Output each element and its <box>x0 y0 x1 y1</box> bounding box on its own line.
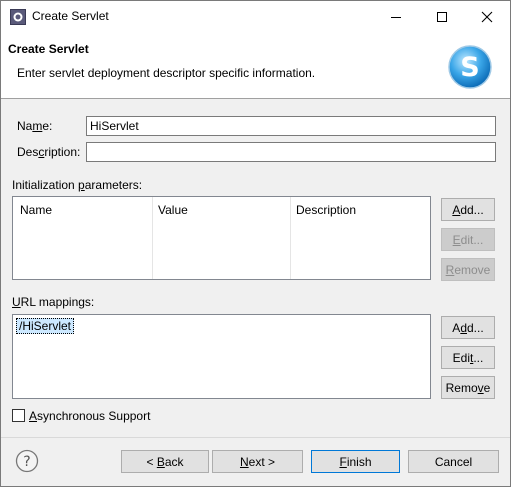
init-params-edit-button[interactable]: Edit... <box>441 228 495 251</box>
column-divider <box>152 197 153 279</box>
column-header-value[interactable]: Value <box>158 203 188 217</box>
help-question-icon[interactable]: ? <box>15 449 39 473</box>
column-divider <box>290 197 291 279</box>
column-header-name[interactable]: Name <box>20 203 52 217</box>
maximize-icon <box>437 11 447 22</box>
finish-button[interactable]: Finish <box>311 450 400 473</box>
init-params-table[interactable]: Name Value Description <box>12 196 431 280</box>
window-title: Create Servlet <box>32 9 109 23</box>
url-mappings-list[interactable]: /HiServlet <box>12 314 431 399</box>
description-label: Description: <box>17 145 81 159</box>
name-input[interactable] <box>86 116 496 136</box>
servlet-s-logo-icon: S <box>448 45 492 89</box>
next-button[interactable]: Next > <box>212 450 303 473</box>
init-params-remove-button[interactable]: Remove <box>441 258 495 281</box>
description-input[interactable] <box>86 142 496 162</box>
minimize-icon <box>391 16 401 18</box>
page-description: Enter servlet deployment descriptor spec… <box>17 66 316 80</box>
footer-divider <box>1 437 510 438</box>
async-support-checkbox[interactable] <box>12 409 25 422</box>
eclipse-app-icon <box>10 9 26 25</box>
init-params-add-button[interactable]: Add... <box>441 198 495 221</box>
title-bar: Create Servlet <box>1 1 510 32</box>
create-servlet-dialog: Create Servlet Create Servlet Enter serv… <box>0 0 511 487</box>
name-label: Name: <box>17 119 53 133</box>
init-params-label: Initialization parameters: <box>12 178 143 192</box>
url-mappings-add-button[interactable]: Ad d... <box>441 316 495 339</box>
url-mappings-edit-button[interactable]: Edi t... <box>441 346 495 369</box>
minimize-button[interactable] <box>373 1 419 32</box>
close-icon <box>481 11 493 22</box>
svg-text:S: S <box>460 52 479 83</box>
close-button[interactable] <box>464 1 510 32</box>
url-mappings-label: URL mappings: <box>12 295 95 309</box>
async-support-label[interactable]: Asynchronous Support <box>29 409 150 423</box>
svg-text:?: ? <box>23 454 30 470</box>
list-item[interactable]: /HiServlet <box>16 318 75 334</box>
back-button[interactable]: < Back <box>121 450 209 473</box>
url-mappings-remove-button[interactable]: Remo v e <box>441 376 495 399</box>
wizard-banner: Create Servlet Enter servlet deployment … <box>1 32 510 99</box>
cancel-button[interactable]: Cancel <box>408 450 499 473</box>
maximize-button[interactable] <box>419 1 465 32</box>
page-title: Create Servlet <box>8 42 89 56</box>
column-header-description[interactable]: Description <box>296 203 356 217</box>
